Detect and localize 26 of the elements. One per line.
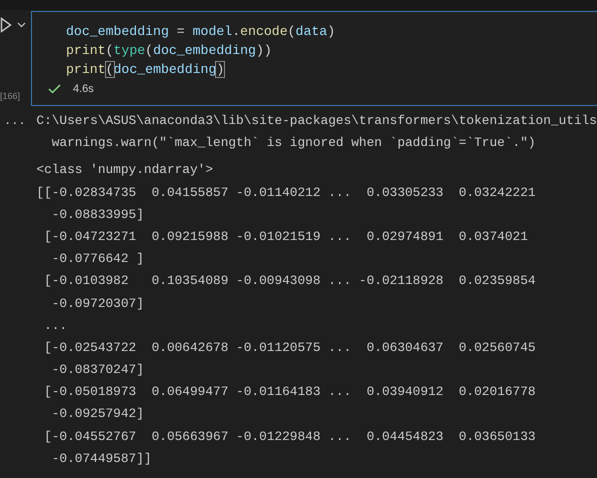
- output-line: ...: [43, 318, 68, 333]
- execution-time: 4.6s: [73, 83, 94, 95]
- output-line: <class 'numpy.ndarray'>: [36, 162, 214, 178]
- output-line: -0.0776642 ]: [50, 251, 144, 266]
- output-line: -0.07449587]]: [50, 450, 152, 466]
- output-line: [-0.02543722 0.00642678 -0.01120575 ... 0.06304637 0.02560745: [43, 340, 536, 355]
- code-cell[interactable]: doc_embedding = model.encode(data) print(type(doc_embedding)) print(doc_embedding) 4.6s: [31, 11, 597, 106]
- output-line: [-0.05018973 0.06499477 -0.01164183 ... 0.03940912 0.02016778: [43, 384, 536, 400]
- output-line: -0.09720307]: [50, 296, 144, 310]
- chevron-down-icon[interactable]: [17, 22, 26, 28]
- run-icon[interactable]: [0, 17, 12, 33]
- execution-count: [166]: [0, 91, 22, 101]
- output-line: [-0.0103982 0.10354089 -0.00943098 ... -0.02118928 0.02359854: [43, 273, 536, 288]
- output-menu[interactable]: ...: [0, 110, 36, 470]
- output-line: warnings.warn("`max_length` is ignored when `padding`=`True`."): [50, 135, 536, 150]
- output-line: -0.09257942]: [50, 406, 144, 422]
- output-line: [-0.04552767 0.05663967 -0.01229848 ... 0.04454823 0.03650133: [43, 428, 536, 444]
- code-line: print(type(doc_embedding)): [66, 42, 272, 60]
- code-line: print(doc_embedding): [66, 61, 224, 79]
- output-line: C:\Users\ASUS\anaconda3\lib\site-packages\transformers\tokenization_utils: [36, 113, 597, 128]
- output-line: [[-0.02834735 0.04155857 -0.01140212 ... 0.03305233 0.03242221: [36, 184, 536, 200]
- output-line: -0.08370247]: [50, 362, 144, 378]
- checkmark-icon: [48, 84, 61, 94]
- code-line: doc_embedding = model.encode(data): [66, 23, 336, 41]
- output-line: -0.08833995]: [50, 206, 144, 222]
- output-line: [-0.04723271 0.09215988 -0.01021519 ... 0.02974891 0.0374021: [43, 228, 528, 244]
